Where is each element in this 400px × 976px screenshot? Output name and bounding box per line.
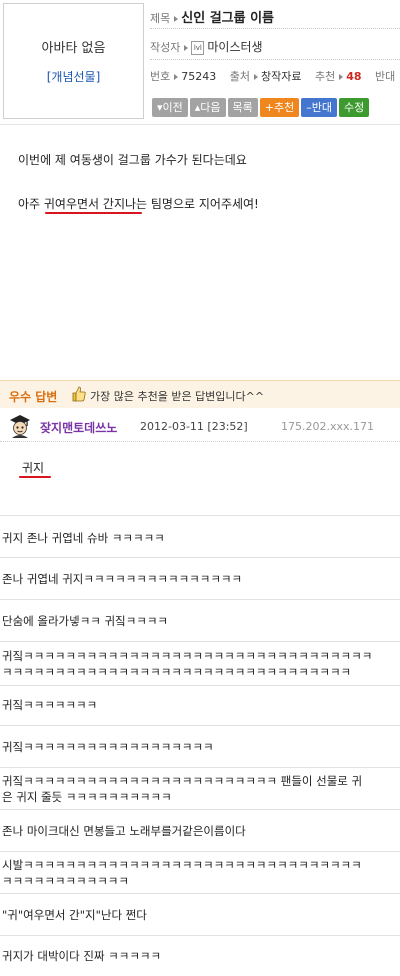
recommend-button[interactable]: +추천 bbox=[259, 98, 300, 117]
best-answer-header: 잦지맨토데쓰노 2012-03-11 [23:52] 175.202.xxx.1… bbox=[0, 411, 400, 441]
title-row: 제목 신인 걸그룹 이름 bbox=[150, 7, 274, 26]
arrow-right-icon bbox=[174, 15, 179, 22]
comment-text: 시발ㅋㅋㅋㅋㅋㅋㅋㅋㅋㅋㅋㅋㅋㅋㅋㅋㅋㅋㅋㅋㅋㅋㅋㅋㅋㅋㅋㅋㅋㅋㅋㅋ bbox=[2, 858, 362, 872]
comment-item: "귀"여우면서 간"지"난다 쩐다 bbox=[0, 894, 400, 936]
post-action-bar: ▾이전 ▴다음 목록 +추천 –반대 수정 bbox=[152, 98, 371, 117]
comment-text: 귀짘ㅋㅋㅋㅋㅋㅋㅋㅋㅋㅋㅋㅋㅋㅋㅋㅋㅋㅋㅋㅋㅋㅋㅋㅋㅋㅋㅋㅋㅋㅋㅋㅋㅋ bbox=[2, 649, 373, 663]
best-answer-body: 귀지 bbox=[22, 461, 45, 475]
info-row: 번호 75243 출처 창작자료 추천 48 반대 bbox=[150, 68, 395, 84]
arrow-right-icon bbox=[174, 73, 179, 80]
post-title: 신인 걸그룹 이름 bbox=[181, 11, 275, 26]
arrow-right-icon bbox=[339, 73, 344, 80]
comment-item: 귀지 존나 귀엽네 슈바 ㅋㅋㅋㅋㅋ bbox=[0, 516, 400, 558]
arrow-right-icon bbox=[184, 44, 189, 51]
thumbs-up-icon bbox=[72, 386, 86, 402]
answer-divider bbox=[0, 441, 400, 442]
post-divider bbox=[0, 124, 400, 125]
meta-divider bbox=[150, 59, 400, 60]
comment-item: 귀짘ㅋㅋㅋㅋㅋㅋㅋ bbox=[0, 686, 400, 726]
prev-button[interactable]: ▾이전 bbox=[152, 98, 188, 117]
source-label: 출처 bbox=[229, 70, 250, 83]
comment-text: 은 귀지 줄듯 ㅋㅋㅋㅋㅋㅋㅋㅋㅋㅋ bbox=[2, 790, 172, 804]
comment-text: 존나 마이크대신 면봉들고 노래부를거같은이름이다 bbox=[2, 824, 246, 838]
author-name[interactable]: 마이스터생 bbox=[207, 40, 262, 54]
best-answer-bar: 우수 답변 가장 많은 추천을 받은 답변입니다^^ bbox=[0, 380, 400, 408]
comment-text: 귀짘ㅋㅋㅋㅋㅋㅋㅋ bbox=[2, 698, 98, 712]
best-answer-label: 우수 답변 bbox=[9, 390, 58, 404]
comment-text: 귀짘ㅋㅋㅋㅋㅋㅋㅋㅋㅋㅋㅋㅋㅋㅋㅋㅋㅋㅋ bbox=[2, 740, 214, 754]
number-label: 번호 bbox=[150, 70, 171, 83]
comment-text: ㅋㅋㅋㅋㅋㅋㅋㅋㅋㅋㅋㅋㅋㅋㅋㅋㅋㅋㅋㅋㅋㅋㅋㅋㅋㅋㅋㅋㅋㅋㅋㅋㅋ bbox=[2, 665, 352, 679]
comment-item: 존나 마이크대신 면봉들고 노래부를거같은이름이다 bbox=[0, 810, 400, 852]
recommend-count: 48 bbox=[346, 70, 362, 83]
author-label: 작성자 bbox=[150, 41, 181, 54]
oppose-label: 반대 bbox=[375, 70, 396, 83]
red-underline bbox=[19, 476, 51, 478]
comment-item: 시발ㅋㅋㅋㅋㅋㅋㅋㅋㅋㅋㅋㅋㅋㅋㅋㅋㅋㅋㅋㅋㅋㅋㅋㅋㅋㅋㅋㅋㅋㅋㅋㅋ ㅋㅋㅋㅋㅋ… bbox=[0, 852, 400, 894]
no-avatar-text: 아바타 없음 bbox=[41, 41, 106, 56]
best-answer-description: 가장 많은 추천을 받은 답변입니다^^ bbox=[90, 390, 265, 403]
comment-item: 존나 귀엽네 귀지ㅋㅋㅋㅋㅋㅋㅋㅋㅋㅋㅋㅋㅋㅋㅋ bbox=[0, 558, 400, 600]
answerer-name[interactable]: 잦지맨토데쓰노 bbox=[40, 419, 117, 436]
comment-item: 귀지가 대박이다 진짜 ㅋㅋㅋㅋㅋ bbox=[0, 936, 400, 976]
comment-item: 귀짘ㅋㅋㅋㅋㅋㅋㅋㅋㅋㅋㅋㅋㅋㅋㅋㅋㅋㅋㅋㅋㅋㅋㅋㅋ 팬들이 선물로 귀 은 귀… bbox=[0, 768, 400, 810]
arrow-right-icon bbox=[254, 73, 258, 80]
comment-text: 존나 귀엽네 귀지ㅋㅋㅋㅋㅋㅋㅋㅋㅋㅋㅋㅋㅋㅋㅋ bbox=[2, 572, 243, 586]
list-button[interactable]: 목록 bbox=[227, 98, 258, 117]
author-avatar-box: 아바타 없음 [개념선물] bbox=[3, 3, 144, 119]
oppose-button[interactable]: –반대 bbox=[301, 98, 337, 117]
post-body-line: 아주 귀여우면서 간지나는 팀명으로 지어주세여! bbox=[18, 197, 259, 211]
comment-item: 단숨에 올라가넿ㅋㅋ 귀짘ㅋㅋㅋㅋ bbox=[0, 600, 400, 642]
title-label: 제목 bbox=[150, 12, 171, 25]
meta-divider bbox=[150, 28, 400, 29]
comment-item: 귀짘ㅋㅋㅋㅋㅋㅋㅋㅋㅋㅋㅋㅋㅋㅋㅋㅋㅋㅋㅋㅋㅋㅋㅋㅋㅋㅋㅋㅋㅋㅋㅋㅋㅋ ㅋㅋㅋㅋ… bbox=[0, 642, 400, 686]
comment-text: 귀짘ㅋㅋㅋㅋㅋㅋㅋㅋㅋㅋㅋㅋㅋㅋㅋㅋㅋㅋㅋㅋㅋㅋㅋㅋ 팬들이 선물로 귀 bbox=[2, 774, 363, 788]
comment-text: 귀지 존나 귀엽네 슈바 ㅋㅋㅋㅋㅋ bbox=[2, 531, 165, 545]
post-source: 창작자료 bbox=[261, 70, 302, 83]
next-button[interactable]: ▴다음 bbox=[189, 98, 226, 117]
post-number: 75243 bbox=[181, 70, 217, 83]
comment-text: 단숨에 올라가넿ㅋㅋ 귀짘ㅋㅋㅋㅋ bbox=[2, 614, 169, 628]
comment-text: "귀"여우면서 간"지"난다 쩐다 bbox=[2, 908, 147, 922]
author-row: 작성자 lvl 마이스터생 bbox=[150, 38, 263, 55]
comment-item: 귀짘ㅋㅋㅋㅋㅋㅋㅋㅋㅋㅋㅋㅋㅋㅋㅋㅋㅋㅋ bbox=[0, 726, 400, 768]
graduate-avatar-icon bbox=[10, 415, 30, 438]
answer-date: 2012-03-11 [23:52] bbox=[140, 420, 248, 433]
concept-gift-link[interactable]: [개념선물] bbox=[4, 68, 143, 85]
user-level-icon: lvl bbox=[191, 41, 205, 55]
red-underline bbox=[45, 212, 142, 214]
comment-text: ㅋㅋㅋㅋㅋㅋㅋㅋㅋㅋㅋㅋ bbox=[2, 874, 129, 888]
comment-text: 귀지가 대박이다 진짜 ㅋㅋㅋㅋㅋ bbox=[2, 949, 162, 963]
answer-ip: 175.202.xxx.171 bbox=[281, 420, 375, 433]
recommend-label: 추천 bbox=[314, 70, 336, 83]
edit-button[interactable]: 수정 bbox=[339, 98, 370, 117]
post-body-line: 이번에 제 여동생이 걸그룹 가수가 된다는데요 bbox=[18, 153, 247, 167]
